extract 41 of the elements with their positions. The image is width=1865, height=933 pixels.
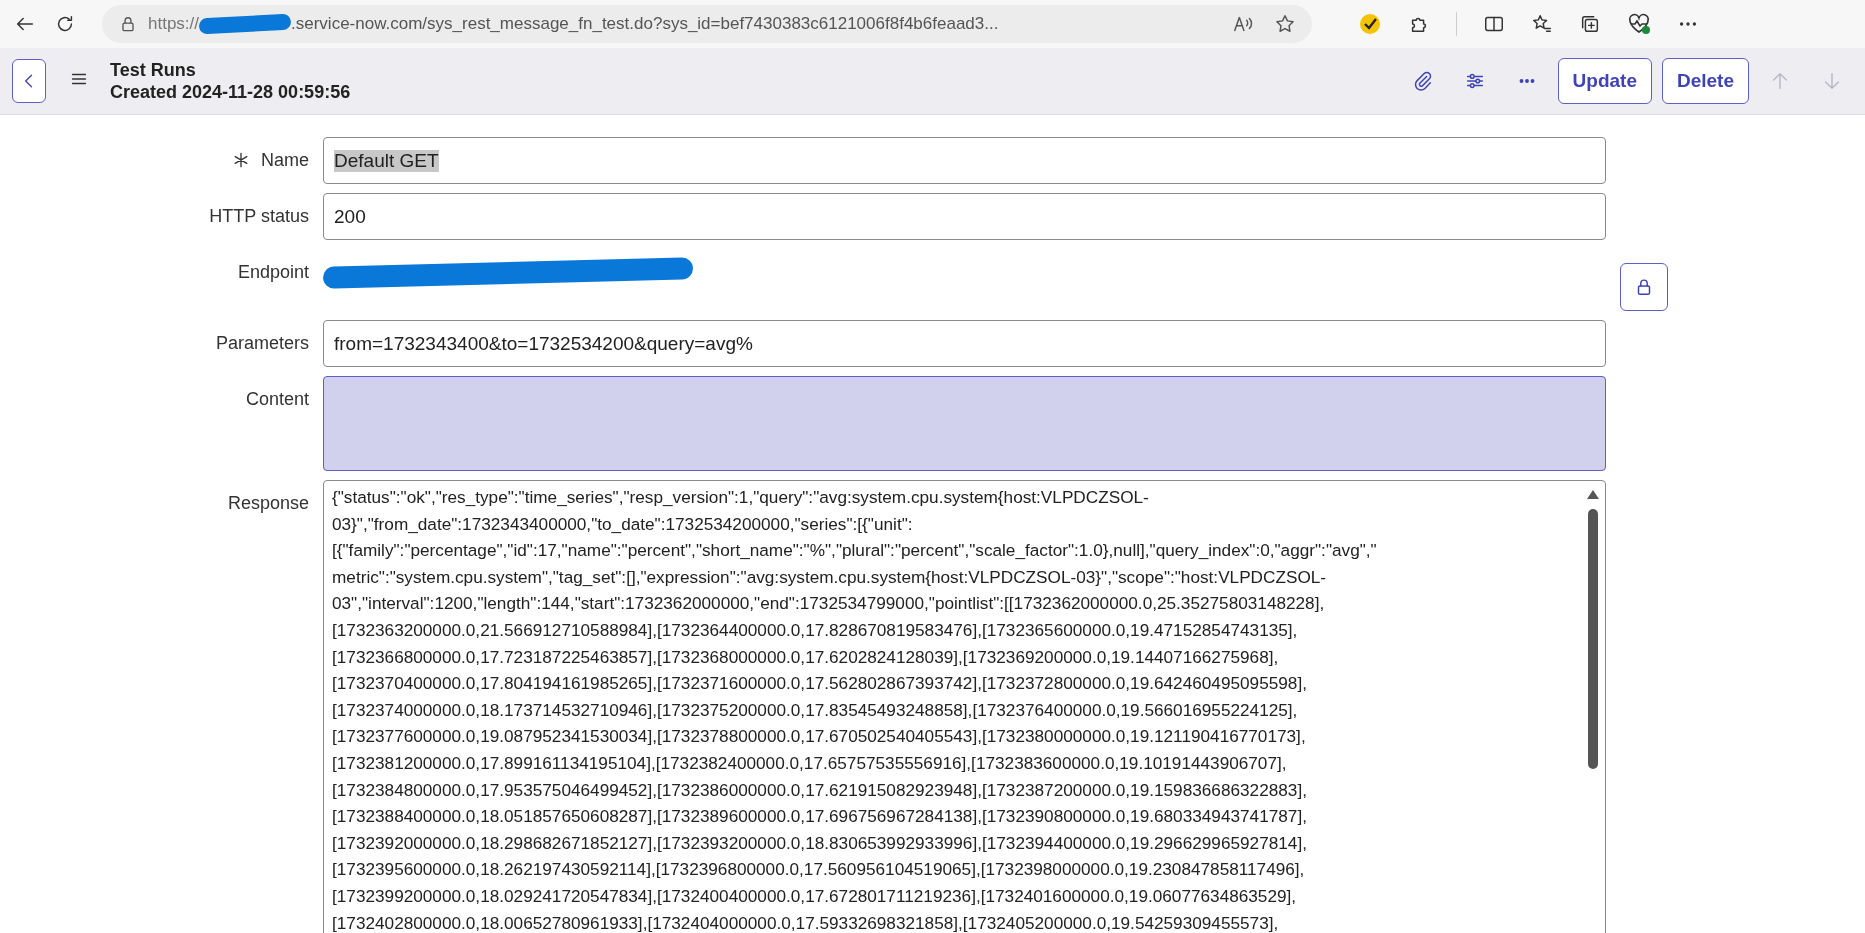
back-button[interactable] xyxy=(12,59,46,103)
response-text-line: [1732377600000.0,19.087952341530034],[1732378800000.0,17.670502540405543],[1732380000000.0,19.121190416770173], xyxy=(332,725,1307,749)
created-date: Created 2024-11-28 00:59:56 xyxy=(110,81,351,103)
text-field[interactable]: Default GET xyxy=(323,137,1606,184)
text-field[interactable]: from=1732343400&to=1732534200&query=avg% xyxy=(323,320,1606,367)
field-label: Parameters xyxy=(215,332,309,354)
response-text-line: [1732395600000.0,18.262197430592114],[1732396800000.0,17.560956104519065],[1732398000000.0,19.230847858117496], xyxy=(332,858,1306,882)
response-text-line: [1732392000000.0,18.298682671852127],[1732393200000.0,18.830653992933996],[1732394400000.0,19.296629965927814], xyxy=(332,831,1308,855)
response-text-line: [1732384800000.0,17.953575046499452],[1732386000000.0,17.621915082923948],[1732387200000.0,19.159836686322883], xyxy=(332,778,1308,802)
field-label: Response xyxy=(227,492,309,514)
star-icon[interactable] xyxy=(1274,13,1296,35)
response-text-line: 03}","from_date":1732343400000,"to_date":1732534200000,"series":[{"unit": xyxy=(332,512,914,536)
response-text-line: [1732370400000.0,17.804194161985265],[1732371600000.0,17.562802867393742],[1732372800000.0,19.642460495095598], xyxy=(332,672,1308,696)
url-text: https:// .service-now.com/sys_rest_message_fn_test.do?sys_id=bef7430383c6121006f8f4b6feaad3... xyxy=(148,14,999,34)
response-text-line: [1732363200000.0,21.566912710588984],[1732364400000.0,17.828670819583476],[1732365600000.0,19.47152854743135], xyxy=(332,618,1299,642)
response-text-line: 03","interval":1200,"length":144,"start":1732362000000,"end":1732534799000,"pointlist":[[1732362000000.0,25.35275803148228], xyxy=(332,592,1326,616)
response-text-line: [1732399200000.0,18.029241720547834],[1732400400000.0,17.672801711219236],[1732401600000.0,19.06077634863529], xyxy=(332,884,1298,908)
checkmark-extension-icon[interactable] xyxy=(1358,12,1382,36)
response-text-line: [1732374000000.0,18.173714532710946],[1732375200000.0,17.83545493248858],[1732376400000.0,19.566016955224125], xyxy=(332,698,1299,722)
response-text-line: {"status":"ok","res_type":"time_series","resp_version":1,"query":"avg:system.cpu.system{host:VLPDCZSOL- xyxy=(332,486,1150,509)
response-text-line: [1732388400000.0,18.051857650608287],[1732389600000.0,17.696756967284138],[1732390800000.0,19.680334943741787], xyxy=(332,805,1308,829)
heart-pulse-icon[interactable] xyxy=(1627,12,1651,36)
field-label: Name xyxy=(261,149,309,171)
field-label: Content xyxy=(245,388,309,410)
record-title: Test Runs xyxy=(110,59,197,81)
favorites-icon[interactable] xyxy=(1531,13,1553,35)
response-text-line: [1732402800000.0,18.00652780961933],[1732404000000.0,17.59332698321858],[1732405200000.0,19.54259309455573], xyxy=(332,911,1280,933)
field-label: HTTP status xyxy=(209,205,309,227)
response-text-area[interactable] xyxy=(323,480,1606,933)
response-text-line: metric":"system.cpu.system","tag_set":[],"expression":"avg:system.cpu.system{host:VLPDCZSOL-03}","scope":"host:VLPDCZSOL- xyxy=(332,565,1328,589)
collections-icon[interactable] xyxy=(1579,13,1601,35)
response-text-line: [1732381200000.0,17.899161134195104],[1732382400000.0,17.65757535556916],[1732383600000.0,19.10191443906707], xyxy=(332,751,1288,775)
lock-button[interactable] xyxy=(1620,263,1668,311)
address-bar[interactable]: https:// .service-now.com/sys_rest_message_fn_test.do?sys_id=bef7430383c6121006f8f4b6feaad3... xyxy=(102,5,1312,43)
header-button[interactable]: Update xyxy=(1557,58,1652,104)
header-button[interactable]: Delete xyxy=(1661,58,1749,104)
field-label: Endpoint xyxy=(237,261,309,283)
text-field[interactable]: 200 xyxy=(323,193,1606,240)
response-text-line: [1732366800000.0,17.723187225463857],[1732368000000.0,17.6202824128039],[1732369200000.0,19.14407166275968], xyxy=(332,645,1280,669)
response-text-line: [{"family":"percentage","id":17,"name":"percent","short_name":"%","plural":"percent","scale_factor":1.0},null],"query_index":0,"aggr":"avg"," xyxy=(332,539,1378,563)
text-area[interactable] xyxy=(323,376,1606,471)
